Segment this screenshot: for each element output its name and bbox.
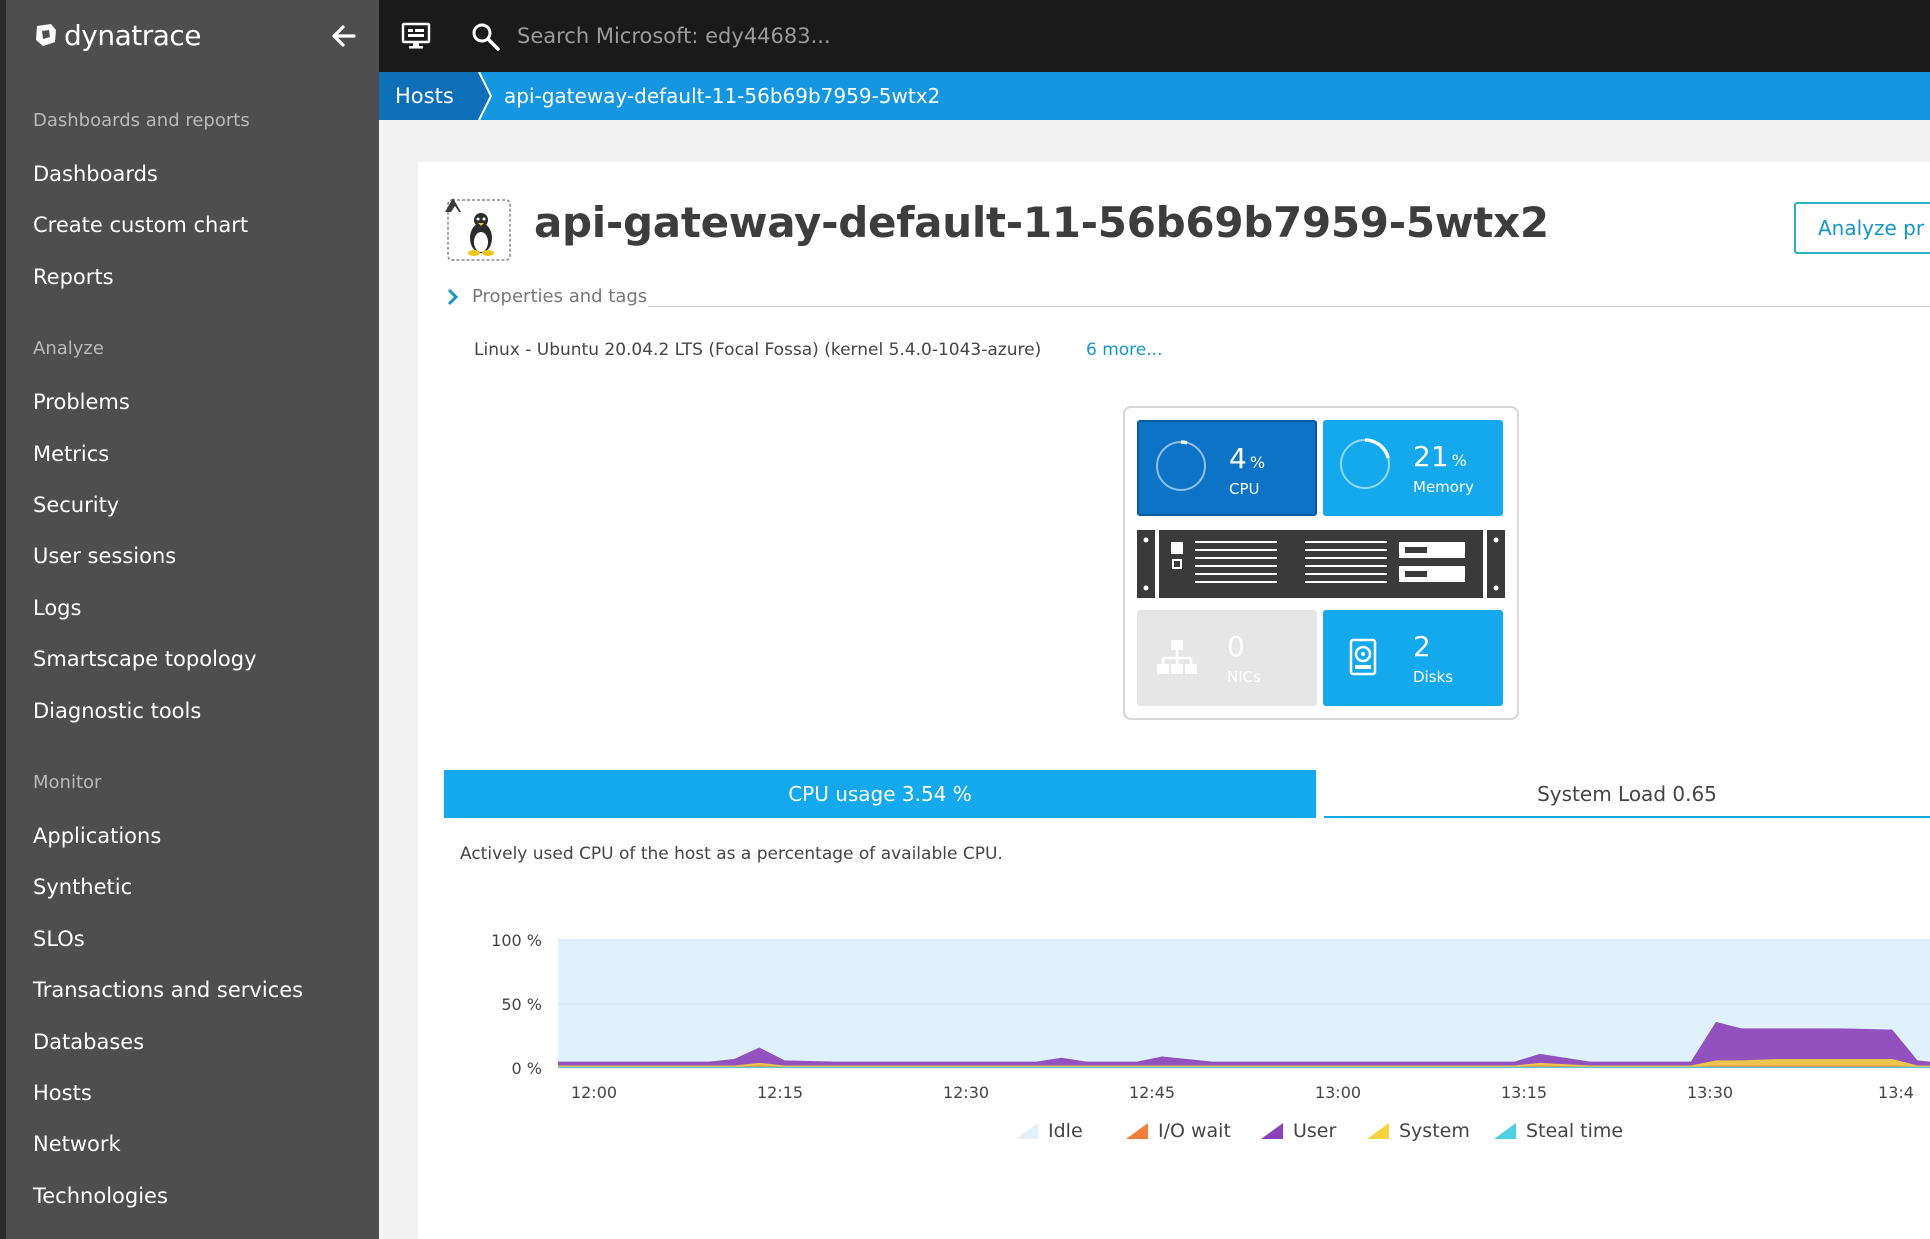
- collapse-arrow-icon[interactable]: [328, 20, 360, 52]
- y-tick-label: 0 %: [512, 1059, 542, 1078]
- legend-item-system[interactable]: System: [1367, 1120, 1470, 1142]
- server-rack-icon: [1137, 530, 1505, 598]
- search-input[interactable]: [517, 16, 1117, 56]
- sidebar-item-applications[interactable]: Applications: [33, 824, 161, 848]
- nav-section-title: Monitor: [33, 772, 102, 793]
- network-icon: [1157, 640, 1197, 674]
- x-tick-label: 13:15: [1501, 1083, 1547, 1102]
- x-tick-label: 13:30: [1687, 1083, 1733, 1102]
- dynatrace-logo[interactable]: dynatrace: [33, 18, 202, 52]
- legend-item-idle[interactable]: Idle: [1016, 1120, 1083, 1142]
- sidebar-item-network[interactable]: Network: [33, 1132, 121, 1156]
- legend-swatch-icon: [1016, 1123, 1038, 1139]
- legend-swatch-icon: [1367, 1123, 1389, 1139]
- sidebar-item-logs[interactable]: Logs: [33, 596, 81, 620]
- breadcrumb-current: api-gateway-default-11-56b69b7959-5wtx2: [504, 84, 941, 108]
- sidebar: dynatrace Dashboards and reports Dashboar…: [6, 0, 379, 1239]
- legend-label: I/O wait: [1158, 1120, 1231, 1142]
- properties-and-tags-toggle[interactable]: Properties and tags: [446, 286, 647, 307]
- chevron-right-icon: [447, 288, 459, 305]
- y-tick-label: 50 %: [501, 995, 542, 1014]
- memory-label: Memory: [1413, 478, 1475, 496]
- breadcrumb: Hosts api-gateway-default-11-56b69b7959-…: [379, 72, 1930, 120]
- legend-swatch-icon: [1494, 1123, 1516, 1139]
- tab-cpu-usage[interactable]: CPU usage 3.54 %: [444, 770, 1316, 818]
- nav-section-title: Analyze: [33, 338, 104, 360]
- analyze-problems-button[interactable]: Analyze pr: [1794, 202, 1930, 254]
- disks-value: 2: [1413, 630, 1431, 663]
- sidebar-item-dashboards[interactable]: Dashboards: [33, 162, 158, 186]
- cpu-unit: %: [1249, 453, 1266, 472]
- sidebar-item-synthetic[interactable]: Synthetic: [33, 875, 132, 899]
- more-properties-link[interactable]: 6 more...: [1086, 340, 1162, 360]
- host-card: api-gateway-default-11-56b69b7959-5wtx2 …: [418, 162, 1930, 1239]
- tab-system-load[interactable]: System Load 0.65: [1324, 770, 1930, 818]
- legend-label: System: [1399, 1120, 1470, 1142]
- linux-host-icon: [445, 198, 511, 261]
- x-tick-label: 12:15: [757, 1083, 803, 1102]
- x-tick-label: 12:30: [943, 1083, 989, 1102]
- top-bar: [379, 0, 1930, 72]
- series-steal-time-area: [558, 1066, 1930, 1068]
- legend-label: User: [1293, 1120, 1337, 1142]
- properties-divider: [648, 306, 1930, 307]
- search-icon[interactable]: [471, 22, 501, 52]
- sidebar-item-problems[interactable]: Problems: [33, 390, 130, 414]
- chart-legend: Idle I/O wait User System Steal time: [418, 1120, 1930, 1150]
- cpu-description: Actively used CPU of the host as a perce…: [460, 844, 1003, 864]
- sidebar-item-smartscape-topology[interactable]: Smartscape topology: [33, 647, 257, 671]
- main-content: api-gateway-default-11-56b69b7959-5wtx2 …: [379, 120, 1930, 1239]
- legend-swatch-icon: [1261, 1123, 1283, 1139]
- disks-label: Disks: [1413, 668, 1454, 686]
- disks-tile[interactable]: 2 Disks: [1323, 610, 1503, 706]
- sidebar-item-diagnostic-tools[interactable]: Diagnostic tools: [33, 699, 201, 723]
- brand-name: dynatrace: [64, 18, 202, 52]
- sidebar-item-hosts[interactable]: Hosts: [33, 1081, 92, 1105]
- cpu-tile[interactable]: 4% CPU: [1137, 420, 1317, 516]
- sidebar-item-databases[interactable]: Databases: [33, 1030, 144, 1054]
- memory-unit: %: [1451, 451, 1467, 470]
- sidebar-item-reports[interactable]: Reports: [33, 265, 114, 289]
- cpu-usage-chart[interactable]: 100 % 50 % 0 % 12:00 12:15 12:30 12:45 13:00 13:…: [418, 922, 1930, 1152]
- monitor-icon[interactable]: [401, 22, 431, 50]
- sidebar-item-technologies[interactable]: Technologies: [33, 1184, 168, 1208]
- x-tick-label: 12:45: [1129, 1083, 1175, 1102]
- page-title: api-gateway-default-11-56b69b7959-5wtx2: [534, 198, 1549, 247]
- memory-value: 21: [1413, 440, 1449, 473]
- legend-item-user[interactable]: User: [1261, 1120, 1336, 1142]
- properties-label: Properties and tags: [472, 286, 648, 307]
- sidebar-item-transactions-and-services[interactable]: Transactions and services: [33, 978, 303, 1002]
- sidebar-item-security[interactable]: Security: [33, 493, 119, 517]
- cpu-gauge-icon: [1156, 440, 1206, 491]
- nics-value: 0: [1227, 630, 1245, 663]
- legend-label: Idle: [1048, 1120, 1083, 1142]
- cpu-value: 4: [1229, 442, 1247, 475]
- nics-label: NICs: [1227, 668, 1261, 686]
- legend-item-i-o-wait[interactable]: I/O wait: [1126, 1120, 1231, 1142]
- os-info: Linux - Ubuntu 20.04.2 LTS (Focal Fossa)…: [474, 340, 1042, 360]
- memory-tile[interactable]: 21% Memory: [1323, 420, 1503, 516]
- disk-icon: [1349, 638, 1377, 676]
- x-tick-label: 12:00: [571, 1083, 617, 1102]
- dynatrace-logo-icon: [36, 24, 56, 46]
- host-infographic: 4% CPU 21% Memory 0 NICs 2 Disks: [1123, 406, 1519, 720]
- sidebar-item-user-sessions[interactable]: User sessions: [33, 544, 176, 568]
- sidebar-item-create-custom-chart[interactable]: Create custom chart: [33, 213, 248, 237]
- x-tick-label: 13:4: [1878, 1083, 1914, 1102]
- legend-item-steal-time[interactable]: Steal time: [1494, 1120, 1623, 1142]
- nics-tile[interactable]: 0 NICs: [1137, 610, 1317, 706]
- sidebar-item-slos[interactable]: SLOs: [33, 927, 85, 951]
- memory-gauge-icon: [1340, 438, 1390, 489]
- breadcrumb-hosts[interactable]: Hosts: [379, 72, 479, 120]
- legend-swatch-icon: [1126, 1123, 1148, 1139]
- nav-section-title: Dashboards and reports: [33, 110, 250, 131]
- breadcrumb-separator-icon: [467, 72, 493, 120]
- y-tick-label: 100 %: [491, 931, 542, 950]
- cpu-label: CPU: [1229, 480, 1260, 498]
- x-tick-label: 13:00: [1315, 1083, 1361, 1102]
- legend-label: Steal time: [1526, 1120, 1624, 1142]
- sidebar-item-metrics[interactable]: Metrics: [33, 442, 109, 466]
